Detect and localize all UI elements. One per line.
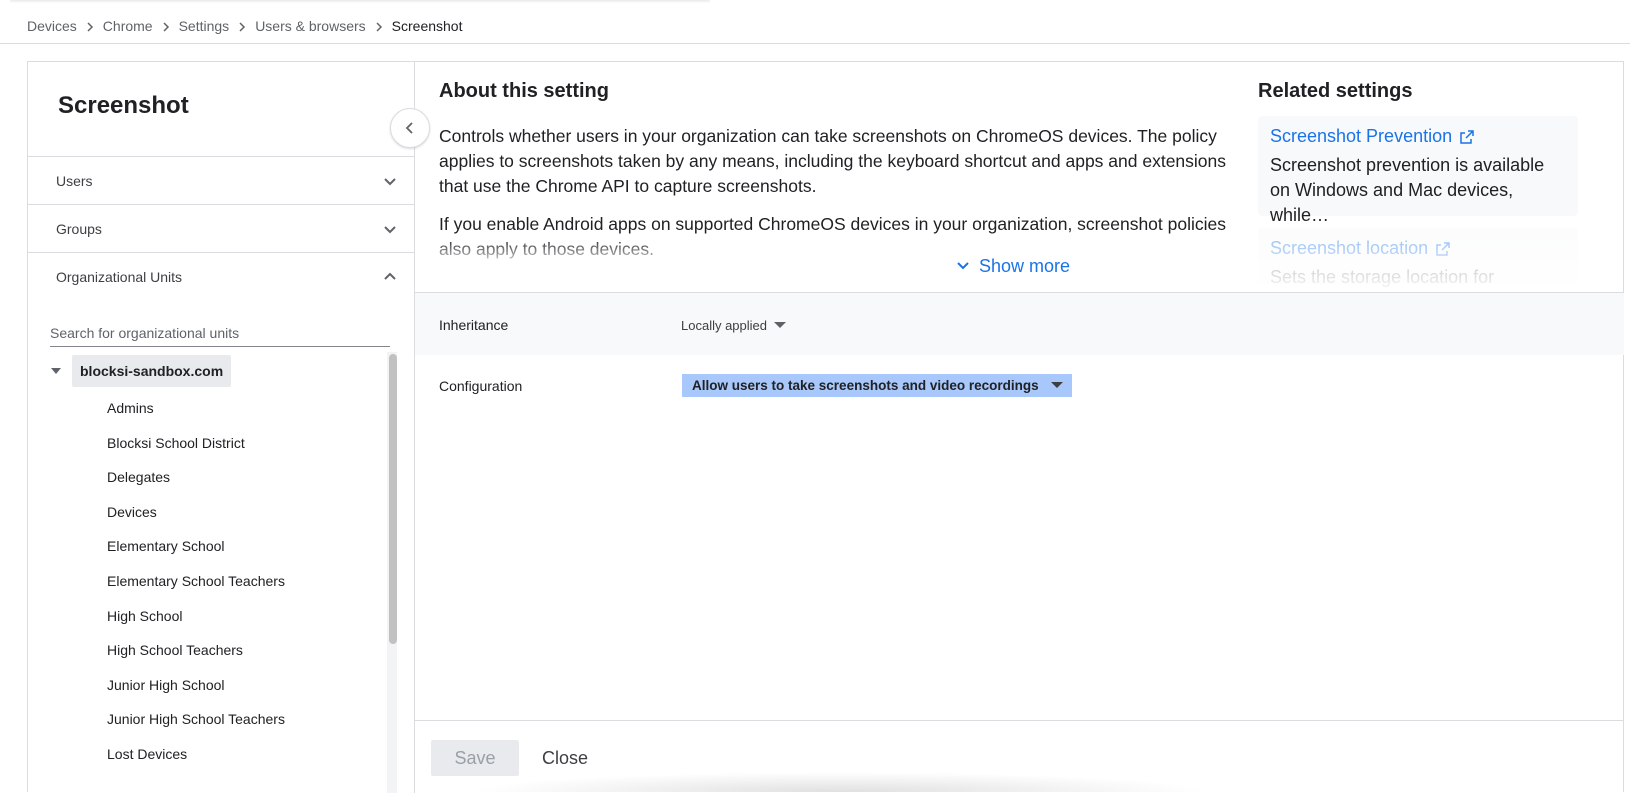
inheritance-row: Inheritance Locally applied [415, 293, 1624, 355]
sidebar-title: Screenshot [58, 92, 189, 119]
about-description-more: If you enable Android apps on supported … [439, 214, 1226, 259]
chevron-right-icon [229, 18, 255, 34]
chevron-left-icon [405, 122, 413, 134]
ou-item-high-school[interactable]: High School [107, 599, 285, 634]
scrollbar-thumb[interactable] [389, 354, 397, 644]
ou-item-admins[interactable]: Admins [107, 391, 285, 426]
configuration-label: Configuration [439, 378, 523, 394]
ou-item-lost-devices[interactable]: Lost Devices [107, 737, 285, 772]
related-desc: Sets the storage location for screen… [1270, 267, 1495, 287]
chevron-right-icon [366, 18, 392, 34]
setting-details: About this setting Controls whether user… [415, 62, 1624, 793]
ou-search-input[interactable] [50, 319, 390, 347]
chevron-right-icon [77, 18, 103, 34]
chevron-up-icon [384, 272, 396, 280]
inheritance-label: Inheritance [439, 317, 509, 333]
footer-shadow [470, 772, 1210, 792]
breadcrumb-devices[interactable]: Devices [27, 18, 77, 34]
related-card-screenshot-location: Screenshot location Sets the storage loc… [1258, 228, 1578, 288]
ou-item-blocksi-school-district[interactable]: Blocksi School District [107, 426, 285, 461]
caret-down-icon[interactable] [50, 365, 62, 377]
configuration-dropdown[interactable]: Allow users to take screenshots and vide… [682, 374, 1072, 397]
dropdown-arrow-icon [1051, 382, 1063, 388]
accordion-users-label: Users [56, 173, 93, 189]
about-title: About this setting [439, 80, 609, 102]
tree-root-label[interactable]: blocksi-sandbox.com [72, 355, 232, 387]
footer-divider [415, 720, 1624, 721]
open-in-new-icon [1436, 241, 1450, 256]
ou-item-elementary-school-teachers[interactable]: Elementary School Teachers [107, 564, 285, 599]
tree-root-node: blocksi-sandbox.com [51, 354, 232, 388]
related-link-screenshot-location[interactable]: Screenshot location [1270, 238, 1566, 259]
breadcrumb-settings[interactable]: Settings [179, 18, 230, 34]
save-button[interactable]: Save [431, 740, 519, 776]
inheritance-dropdown[interactable]: Locally applied [681, 315, 787, 335]
accordion-users[interactable]: Users [28, 156, 414, 205]
dropdown-arrow-icon [774, 322, 787, 328]
configuration-value: Allow users to take screenshots and vide… [692, 378, 1039, 393]
related-card-screenshot-prevention: Screenshot Prevention Screenshot prevent… [1258, 116, 1578, 225]
collapse-sidebar-button[interactable] [390, 108, 430, 148]
breadcrumb-users-browsers[interactable]: Users & browsers [255, 18, 365, 34]
close-button[interactable]: Close [531, 740, 599, 776]
accordion-org-units[interactable]: Organizational Units [28, 252, 414, 301]
inheritance-value: Locally applied [681, 317, 768, 333]
chevron-right-icon [153, 18, 179, 34]
related-link-screenshot-prevention[interactable]: Screenshot Prevention [1270, 126, 1566, 147]
ou-item-junior-high-school[interactable]: Junior High School [107, 668, 285, 703]
chevron-down-icon [384, 226, 396, 234]
ou-item-elementary-school[interactable]: Elementary School [107, 529, 285, 564]
related-settings-title: Related settings [1258, 80, 1413, 102]
breadcrumb-chrome[interactable]: Chrome [103, 18, 153, 34]
open-in-new-icon [1460, 129, 1474, 144]
breadcrumb-current: Screenshot [391, 18, 463, 34]
show-more-label: Show more [979, 255, 1071, 276]
breadcrumb: Devices Chrome Settings Users & browsers… [27, 16, 462, 36]
ou-item-junior-high-school-teachers[interactable]: Junior High School Teachers [107, 702, 285, 737]
related-link-label: Screenshot location [1270, 238, 1429, 258]
chevron-down-icon [384, 178, 396, 186]
ou-tree-list: Admins Blocksi School District Delegates… [107, 391, 285, 772]
related-link-label: Screenshot Prevention [1270, 126, 1453, 146]
settings-panel: Screenshot Users Groups Organizational U… [27, 61, 1624, 793]
show-more-button[interactable]: Show more [955, 254, 1070, 278]
accordion-org-units-label: Organizational Units [56, 269, 183, 285]
header-divider [0, 43, 1630, 44]
ou-item-devices[interactable]: Devices [107, 495, 285, 530]
chevron-down-icon [957, 262, 969, 270]
ou-item-high-school-teachers[interactable]: High School Teachers [107, 633, 285, 668]
accordion-groups-label: Groups [56, 221, 102, 237]
accordion-groups[interactable]: Groups [28, 204, 414, 253]
related-desc: Screenshot prevention is available on Wi… [1270, 155, 1545, 225]
top-toolbar-edge [10, 0, 710, 3]
about-description: Controls whether users in your organizat… [439, 126, 1227, 196]
ou-item-delegates[interactable]: Delegates [107, 460, 285, 495]
ou-sidebar: Screenshot Users Groups Organizational U… [28, 62, 415, 793]
